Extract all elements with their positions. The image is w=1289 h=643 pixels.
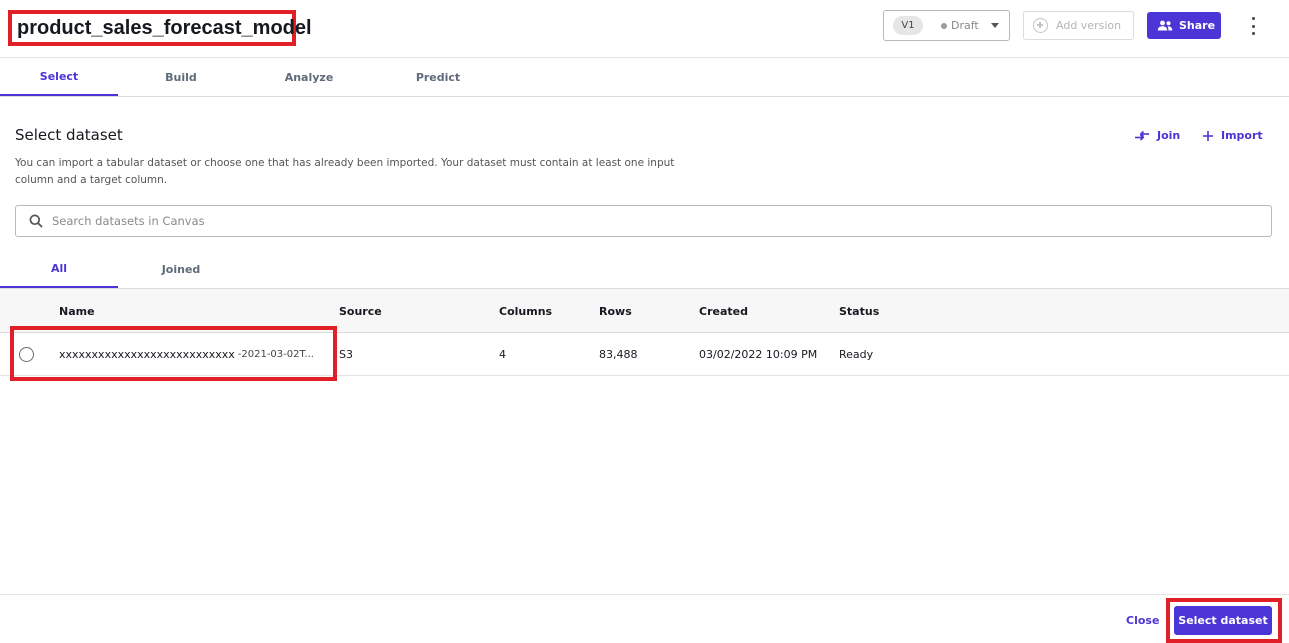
- section-description: You can import a tabular dataset or choo…: [15, 157, 675, 186]
- column-header-rows[interactable]: Rows: [599, 289, 632, 333]
- section-title: Select dataset: [15, 126, 123, 144]
- dataset-status: Ready: [839, 348, 874, 361]
- status-dot-icon: [941, 22, 947, 29]
- more-options-icon[interactable]: [1246, 16, 1260, 36]
- import-label: Import: [1221, 129, 1263, 142]
- dataset-created: 03/02/2022 10:09 PM: [699, 348, 818, 361]
- dataset-rows: 83,488: [599, 348, 638, 361]
- search-box[interactable]: [15, 205, 1272, 237]
- app-header: product_sales_forecast_model V1 Draft Ad…: [0, 0, 1289, 58]
- close-button[interactable]: Close: [1126, 614, 1159, 627]
- add-version-button[interactable]: Add version: [1023, 11, 1134, 40]
- join-label: Join: [1157, 129, 1181, 142]
- add-version-label: Add version: [1056, 19, 1122, 32]
- join-button[interactable]: Join: [1134, 129, 1180, 142]
- search-input[interactable]: [52, 214, 1202, 228]
- column-header-status[interactable]: Status: [839, 289, 879, 333]
- people-icon: [1157, 20, 1173, 31]
- dataset-source: S3: [339, 348, 353, 361]
- join-arrows-icon: [1135, 130, 1149, 141]
- tab-analyze[interactable]: Analyze: [250, 58, 368, 96]
- share-label: Share: [1179, 19, 1216, 32]
- dataset-columns: 4: [499, 348, 506, 361]
- footer-bar: [0, 594, 1289, 643]
- share-button[interactable]: Share: [1147, 12, 1221, 39]
- row-highlight-box: [10, 326, 337, 381]
- tab-build[interactable]: Build: [122, 58, 240, 96]
- version-dropdown[interactable]: V1 Draft: [883, 10, 1010, 41]
- title-highlight-box: product_sales_forecast_model: [8, 10, 312, 46]
- search-icon: [29, 214, 43, 228]
- plus-circle-icon: [1033, 18, 1048, 33]
- column-header-columns[interactable]: Columns: [499, 289, 552, 333]
- tab-predict[interactable]: Predict: [379, 58, 497, 96]
- model-title: product_sales_forecast_model: [17, 16, 312, 39]
- version-pill: V1: [893, 16, 923, 35]
- plus-icon: [1203, 130, 1213, 141]
- version-status: Draft: [941, 19, 979, 32]
- tab-all[interactable]: All: [0, 251, 118, 288]
- column-header-created[interactable]: Created: [699, 289, 748, 333]
- version-status-label: Draft: [951, 19, 979, 32]
- main-tabs: Select Build Analyze Predict: [0, 58, 1289, 97]
- tab-select[interactable]: Select: [0, 58, 118, 96]
- import-button[interactable]: Import: [1202, 129, 1263, 142]
- caret-down-icon: [990, 23, 999, 28]
- column-header-source[interactable]: Source: [339, 289, 382, 333]
- tab-joined[interactable]: Joined: [122, 251, 240, 288]
- select-dataset-button[interactable]: Select dataset: [1174, 606, 1272, 635]
- dataset-filter-tabs: All Joined: [0, 251, 1289, 289]
